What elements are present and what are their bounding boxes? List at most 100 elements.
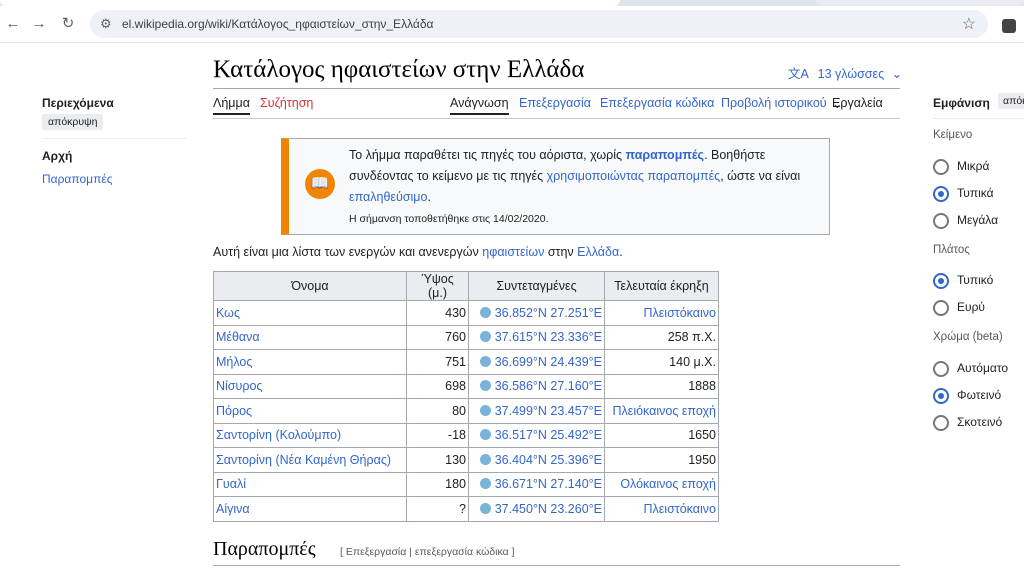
url-text[interactable]: el.wikipedia.org/wiki/Κατάλογος_ηφαιστεί… bbox=[122, 17, 433, 31]
table-row: Μήλος 751 36.699°N 24.439°E 140 μ.Χ. bbox=[213, 349, 719, 375]
globe-icon[interactable] bbox=[479, 355, 491, 367]
column-header-height[interactable]: Ύψος (μ.) bbox=[406, 271, 469, 301]
table-row: Αίγινα? 37.450°N 23.260°E Πλειστόκαινο bbox=[213, 496, 719, 522]
globe-icon[interactable] bbox=[479, 331, 491, 343]
table-row: Νίσυρος 698 36.586°N 27.160°E 1888 bbox=[213, 373, 719, 399]
appearance-divider bbox=[933, 118, 1024, 119]
coordinates-link[interactable]: 36.699°N 24.439°E bbox=[468, 349, 605, 375]
volcano-name-link[interactable]: Κως bbox=[213, 300, 407, 326]
volcano-name-link[interactable]: Μήλος bbox=[213, 349, 407, 375]
table-row: Σαντορίνη (Κολούμπο) -18 36.517°N 25.492°E… bbox=[213, 422, 719, 448]
last-eruption-link[interactable]: Πλειόκαινος εποχή bbox=[604, 398, 719, 424]
volcano-name-link[interactable]: Σαντορίνη (Νέα Καμένη Θήρας) bbox=[213, 447, 407, 473]
coordinates-link[interactable]: 36.404°N 25.396°E bbox=[468, 447, 605, 473]
bookmark-star-icon[interactable]: ☆ bbox=[962, 14, 976, 34]
globe-icon[interactable] bbox=[479, 404, 491, 416]
coordinates-text[interactable]: 37.450°N 23.260°E bbox=[495, 502, 602, 516]
radio-selected-icon[interactable] bbox=[933, 186, 949, 202]
toc-item-top[interactable]: Αρχή bbox=[42, 149, 72, 163]
coordinates-text[interactable]: 37.615°N 23.336°E bbox=[495, 330, 602, 344]
appearance-title: Εμφάνιση bbox=[933, 96, 990, 110]
volcano-name-link[interactable]: Γυαλί bbox=[213, 471, 407, 497]
radio-selected-icon[interactable] bbox=[933, 388, 949, 404]
notice-link-references[interactable]: παραπομπές bbox=[626, 148, 705, 162]
citation-notice: 📖 Το λήμμα παραθέτει τις πηγές του αόρισ… bbox=[281, 138, 830, 235]
globe-icon[interactable] bbox=[479, 429, 491, 441]
tab-talk[interactable]: Συζήτηση bbox=[260, 96, 313, 110]
globe-icon[interactable] bbox=[479, 502, 491, 514]
appearance-hide-button[interactable]: απόκ bbox=[998, 93, 1024, 109]
radio-icon[interactable] bbox=[933, 361, 949, 377]
volcano-name-link[interactable]: Νίσυρος bbox=[213, 373, 407, 399]
tab-history[interactable]: Προβολή ιστορικού bbox=[721, 96, 827, 110]
radio-icon[interactable] bbox=[933, 213, 949, 229]
volcano-name-link[interactable]: Σαντορίνη (Κολούμπο) bbox=[213, 422, 407, 448]
intro-link-volcanoes[interactable]: ηφαιστείων bbox=[482, 245, 544, 259]
coordinates-text[interactable]: 36.586°N 27.160°E bbox=[495, 379, 602, 393]
extension-icon[interactable] bbox=[1002, 19, 1016, 33]
coordinates-text[interactable]: 36.517°N 25.492°E bbox=[495, 428, 602, 442]
globe-icon[interactable] bbox=[479, 478, 491, 490]
radio-label: Ευρύ bbox=[957, 300, 985, 314]
tab-edit[interactable]: Επεξεργασία bbox=[519, 96, 591, 110]
column-header-last-eruption[interactable]: Τελευταία έκρηξη bbox=[604, 271, 719, 301]
address-bar[interactable]: ⚙ el.wikipedia.org/wiki/Κατάλογος_ηφαιστ… bbox=[90, 10, 988, 38]
forward-arrow-icon[interactable]: → bbox=[30, 15, 48, 33]
coordinates-link[interactable]: 36.517°N 25.492°E bbox=[468, 422, 605, 448]
radio-icon[interactable] bbox=[933, 415, 949, 431]
coordinates-link[interactable]: 36.852°N 27.251°E bbox=[468, 300, 605, 326]
intro-link-greece[interactable]: Ελλάδα bbox=[577, 245, 619, 259]
section-edit-links[interactable]: [ Επεξεργασία | επεξεργασία κώδικα ] bbox=[340, 546, 515, 558]
page-tabs: Λήμμα Συζήτηση Ανάγνωση Επεξεργασία Επεξ… bbox=[213, 96, 900, 118]
column-header-name[interactable]: Όνομα bbox=[213, 271, 407, 301]
site-settings-icon[interactable]: ⚙ bbox=[100, 16, 112, 32]
last-eruption: 1888 bbox=[604, 373, 719, 399]
notice-link-using-references[interactable]: χρησιμοποιώντας παραπομπές bbox=[547, 169, 721, 183]
coordinates-link[interactable]: 37.499°N 23.457°E bbox=[468, 398, 605, 424]
coordinates-link[interactable]: 37.450°N 23.260°E bbox=[468, 496, 605, 522]
notice-text-3: , ώστε να είναι bbox=[720, 169, 801, 183]
radio-label: Φωτεινό bbox=[957, 388, 1002, 402]
radio-icon[interactable] bbox=[933, 159, 949, 175]
intro-text-3: . bbox=[619, 245, 623, 259]
tab-read[interactable]: Ανάγνωση bbox=[450, 96, 509, 115]
notice-link-verifiable[interactable]: επαληθεύσιμο bbox=[349, 190, 427, 204]
radio-label: Μεγάλα bbox=[957, 213, 999, 227]
coordinates-text[interactable]: 37.499°N 23.457°E bbox=[495, 404, 602, 418]
globe-icon[interactable] bbox=[479, 306, 491, 318]
intro-text-2: στην bbox=[544, 245, 578, 259]
column-header-coordinates[interactable]: Συντεταγμένες bbox=[468, 271, 605, 301]
toc-hide-button[interactable]: απόκρυψη bbox=[42, 114, 104, 130]
table-header-row: Όνομα Ύψος (μ.) Συντεταγμένες Τελευταία … bbox=[213, 271, 719, 301]
coordinates-link[interactable]: 36.586°N 27.160°E bbox=[468, 373, 605, 399]
volcano-name-link[interactable]: Μέθανα bbox=[213, 324, 407, 350]
section-title-references: Παραπομπές bbox=[213, 538, 316, 560]
reload-icon[interactable]: ↻ bbox=[59, 15, 77, 33]
table-row: Πόρος 80 37.499°N 23.457°E Πλειόκαινος εποχ… bbox=[213, 398, 719, 424]
coordinates-link[interactable]: 36.671°N 27.140°E bbox=[468, 471, 605, 497]
last-eruption-link[interactable]: Ολόκαινος εποχή bbox=[604, 471, 719, 497]
coordinates-text[interactable]: 36.699°N 24.439°E bbox=[495, 355, 602, 369]
tab-edit-source[interactable]: Επεξεργασία κώδικα bbox=[600, 96, 714, 110]
tab-article[interactable]: Λήμμα bbox=[213, 96, 250, 115]
radio-icon[interactable] bbox=[933, 300, 949, 316]
globe-icon[interactable] bbox=[479, 380, 491, 392]
last-eruption-link[interactable]: Πλειστόκαινο bbox=[604, 496, 719, 522]
coordinates-text[interactable]: 36.671°N 27.140°E bbox=[495, 477, 602, 491]
table-row: Γυαλί 180 36.671°N 27.140°E Ολόκαινος εποχή bbox=[213, 471, 719, 497]
radio-label: Αυτόματο bbox=[957, 361, 1009, 375]
intro-paragraph: Αυτή είναι μια λίστα των ενεργών και ανε… bbox=[213, 245, 623, 259]
coordinates-text[interactable]: 36.404°N 25.396°E bbox=[495, 453, 602, 467]
tabs-divider bbox=[213, 118, 900, 119]
language-button[interactable]: 文A 13 γλώσσες ⌄ bbox=[788, 63, 902, 82]
toc-item-references[interactable]: Παραπομπές bbox=[42, 172, 112, 186]
volcano-name-link[interactable]: Πόρος bbox=[213, 398, 407, 424]
last-eruption-link[interactable]: Πλειστόκαινο bbox=[604, 300, 719, 326]
volcano-name-link[interactable]: Αίγινα bbox=[213, 496, 407, 522]
radio-selected-icon[interactable] bbox=[933, 273, 949, 289]
coordinates-text[interactable]: 36.852°N 27.251°E bbox=[495, 306, 602, 320]
title-divider bbox=[213, 88, 900, 89]
globe-icon[interactable] bbox=[479, 453, 491, 465]
back-arrow-icon[interactable]: ← bbox=[4, 15, 22, 33]
coordinates-link[interactable]: 37.615°N 23.336°E bbox=[468, 324, 605, 350]
